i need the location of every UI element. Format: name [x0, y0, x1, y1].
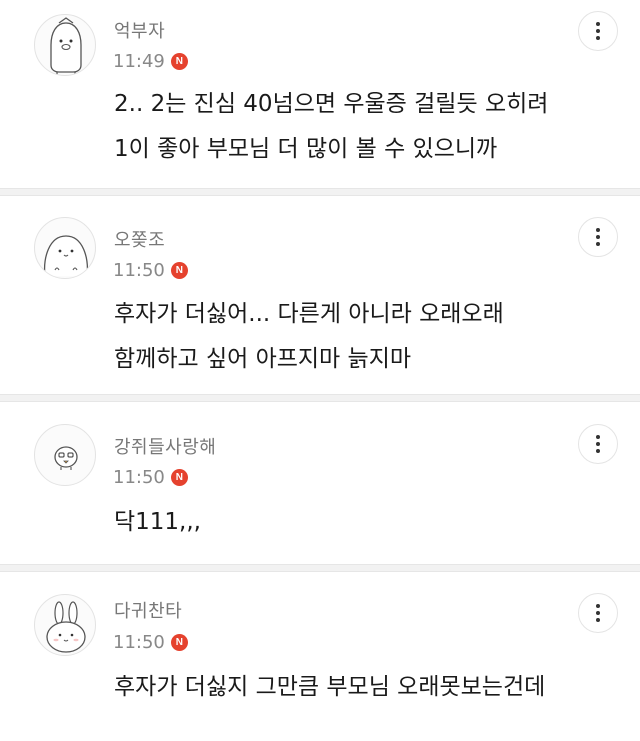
comment-body: 닥111,,,	[114, 509, 201, 535]
more-vertical-icon	[596, 228, 600, 232]
author-avatar[interactable]	[34, 14, 96, 76]
timestamp: 11:49	[113, 50, 165, 72]
more-vertical-icon	[596, 435, 600, 439]
comment-list: 억부자 11:49 N 2.. 2는 진심 40넘으면 우울증 걸릴듯 오히려 …	[0, 0, 640, 741]
more-vertical-icon	[596, 22, 600, 26]
more-options-button[interactable]	[578, 593, 618, 633]
author-name[interactable]: 다귀찬타	[114, 597, 182, 623]
more-options-button[interactable]	[578, 424, 618, 464]
new-badge-icon: N	[170, 261, 188, 279]
new-badge-icon: N	[170, 468, 188, 486]
new-badge-icon: N	[170, 633, 188, 651]
timestamp: 11:50	[113, 259, 165, 281]
more-options-button[interactable]	[578, 11, 618, 51]
timestamp: 11:50	[113, 466, 165, 488]
more-options-button[interactable]	[578, 217, 618, 257]
author-name[interactable]: 억부자	[114, 17, 165, 43]
author-name[interactable]: 오쫒조	[114, 226, 165, 252]
author-avatar[interactable]	[34, 594, 96, 656]
timestamp-row: 11:50 N	[113, 630, 188, 654]
comment-body: 후자가 더싫지 그만큼 부모님 오래못보는건데	[114, 674, 546, 700]
comment-item: 억부자 11:49 N 2.. 2는 진심 40넘으면 우울증 걸릴듯 오히려 …	[0, 0, 640, 188]
author-avatar[interactable]	[34, 217, 96, 279]
comment-item: 다귀찬타 11:50 N 후자가 더싫지 그만큼 부모님 오래못보는건데	[0, 572, 640, 741]
round-blob-character-icon	[43, 235, 89, 277]
new-badge-icon: N	[170, 52, 188, 70]
comment-divider	[0, 564, 640, 572]
comment-item: 오쫒조 11:50 N 후자가 더싫어... 다른게 아니라 오래오래 함께하고…	[0, 196, 640, 394]
timestamp-row: 11:50 N	[113, 465, 188, 489]
penguin-character-icon	[50, 17, 82, 75]
author-name[interactable]: 강쥐들사랑해	[114, 433, 216, 459]
author-avatar[interactable]	[34, 424, 96, 486]
comment-divider	[0, 188, 640, 196]
timestamp-row: 11:49 N	[113, 49, 188, 73]
timestamp: 11:50	[113, 631, 165, 653]
more-vertical-icon	[596, 604, 600, 608]
bunny-character-icon	[46, 601, 86, 653]
comment-item: 강쥐들사랑해 11:50 N 닥111,,,	[0, 402, 640, 564]
small-chick-character-icon	[54, 446, 78, 470]
comment-divider	[0, 394, 640, 402]
timestamp-row: 11:50 N	[113, 258, 188, 282]
comment-body: 2.. 2는 진심 40넘으면 우울증 걸릴듯 오히려 1이 좋아 부모님 더 …	[114, 91, 549, 162]
comment-body: 후자가 더싫어... 다른게 아니라 오래오래 함께하고 싶어 아프지마 늙지마	[114, 301, 504, 372]
